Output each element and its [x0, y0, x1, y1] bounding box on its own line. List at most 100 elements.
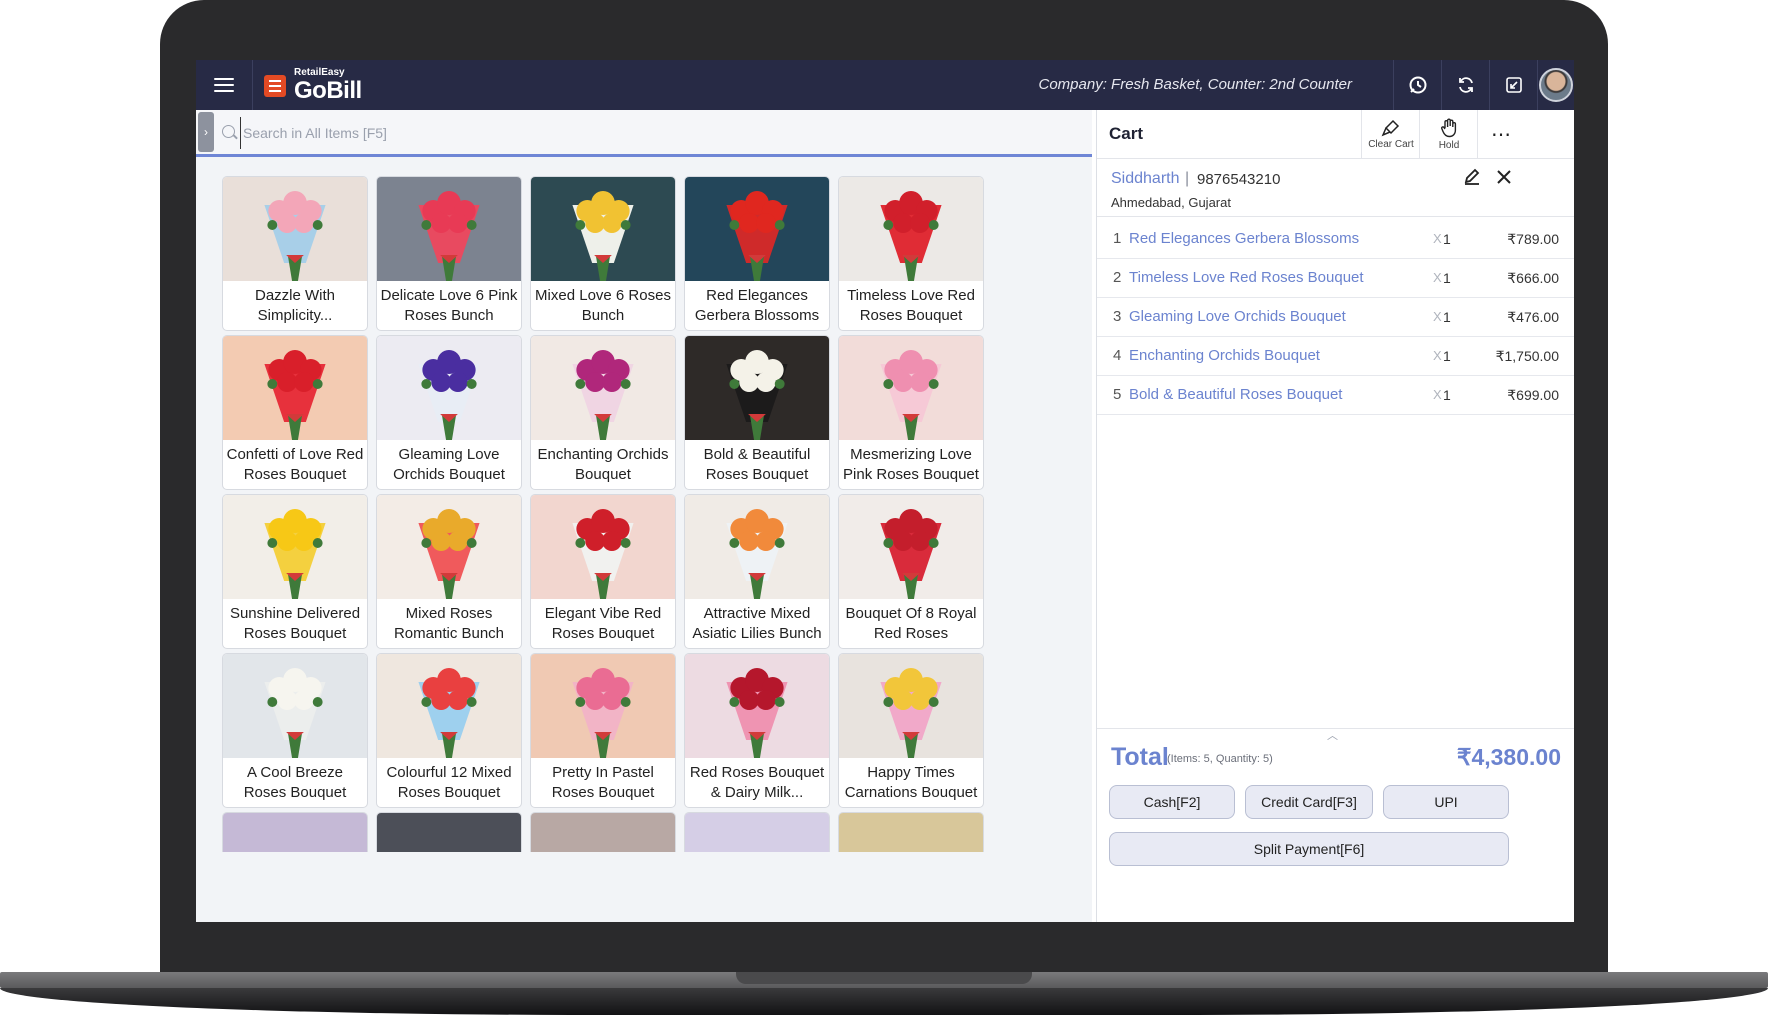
hold-button[interactable]: Hold	[1419, 110, 1478, 158]
product-card[interactable]: A Cool Breeze Roses Bouquet	[222, 653, 368, 808]
laptop-notch	[736, 972, 1032, 984]
product-card[interactable]: Pretty In Pastel Roses Bouquet	[530, 653, 676, 808]
product-image	[377, 336, 521, 440]
product-name: Bouquet Of 8 Royal Red Roses	[845, 604, 977, 642]
brand-title: GoBill	[294, 77, 362, 104]
cart-item-times: X	[1433, 270, 1442, 285]
product-card[interactable]: Delicate Love 6 Pink Roses Bunch	[376, 176, 522, 331]
cart-item-index: 1	[1113, 230, 1122, 247]
product-card[interactable]: Colourful 12 Mixed Roses Bouquet	[376, 653, 522, 808]
product-card[interactable]: Mixed Love 6 Roses Bunch	[530, 176, 676, 331]
product-image	[839, 654, 983, 758]
product-name: Gleaming Love Orchids Bouquet	[393, 445, 505, 483]
cart-panel: Cart Clear Cart Hold ⋯ Siddharth | 98765…	[1096, 110, 1574, 922]
product-image	[531, 177, 675, 281]
product-image	[839, 495, 983, 599]
search-input[interactable]	[240, 117, 1065, 149]
product-image	[223, 336, 367, 440]
product-name: Mixed Love 6 Roses Bunch	[535, 286, 671, 324]
cart-item-name[interactable]: Red Elegances Gerbera Blossoms	[1129, 220, 1359, 258]
product-image	[223, 654, 367, 758]
product-card[interactable]	[376, 812, 522, 852]
total-items-quantity: (Items: 5, Quantity: 5)	[1167, 753, 1273, 765]
cart-item-index: 2	[1113, 269, 1122, 286]
cart-title: Cart	[1109, 124, 1144, 143]
product-name: Elegant Vibe Red Roses Bouquet	[544, 604, 662, 642]
sync-icon	[1459, 77, 1473, 93]
product-card[interactable]	[530, 812, 676, 852]
customer-name[interactable]: Siddharth	[1111, 170, 1180, 188]
clear-cart-button[interactable]: Clear Cart	[1361, 110, 1420, 158]
product-image	[839, 813, 983, 852]
search-icon	[222, 125, 235, 138]
cart-item-name[interactable]: Timeless Love Red Roses Bouquet	[1129, 259, 1364, 297]
product-name: Sunshine Delivered Roses Bouquet	[229, 604, 361, 642]
product-image	[839, 336, 983, 440]
product-card[interactable]: Enchanting Orchids Bouquet	[530, 335, 676, 490]
cart-item-row[interactable]: 3 Gleaming Love Orchids Bouquet X 1 ₹476.00	[1097, 298, 1574, 337]
cart-header: Cart Clear Cart Hold ⋯	[1097, 110, 1574, 159]
cart-item-row[interactable]: 4 Enchanting Orchids Bouquet X 1 ₹1,750.00	[1097, 337, 1574, 376]
product-card[interactable]: Timeless Love Red Roses Bouquet	[838, 176, 984, 331]
product-card[interactable]: Mesmerizing Love Pink Roses Bouquet	[838, 335, 984, 490]
split-payment-button[interactable]: Split Payment[F6]	[1109, 832, 1509, 866]
product-card[interactable]: Elegant Vibe Red Roses Bouquet	[530, 494, 676, 649]
cart-item-name[interactable]: Gleaming Love Orchids Bouquet	[1129, 298, 1346, 336]
credit-card-button[interactable]: Credit Card[F3]	[1245, 785, 1373, 819]
cart-item-index: 3	[1113, 308, 1122, 325]
cart-item-price: ₹666.00	[1507, 270, 1559, 286]
product-card[interactable]: Confetti of Love Red Roses Bouquet	[222, 335, 368, 490]
cart-item-quantity[interactable]: 1	[1443, 376, 1451, 414]
cart-item-quantity[interactable]: 1	[1443, 259, 1451, 297]
clear-cart-label: Clear Cart	[1368, 138, 1414, 150]
cart-item-name[interactable]: Enchanting Orchids Bouquet	[1129, 337, 1320, 375]
profile-button[interactable]	[1537, 60, 1574, 110]
product-card[interactable]: Bold & Beautiful Roses Bouquet	[684, 335, 830, 490]
exit-fullscreen-button[interactable]	[1489, 60, 1538, 110]
product-card[interactable]: Happy Times Carnations Bouquet	[838, 653, 984, 808]
app-screen: RetailEasy GoBill Company: Fresh Basket,…	[196, 60, 1574, 922]
hand-icon	[1441, 118, 1457, 137]
cart-item-quantity[interactable]: 1	[1443, 220, 1451, 258]
menu-icon	[214, 78, 234, 92]
product-card[interactable]: Attractive Mixed Asiatic Lilies Bunch	[684, 494, 830, 649]
product-name: Delicate Love 6 Pink Roses Bunch	[380, 286, 518, 324]
product-image	[223, 177, 367, 281]
product-card[interactable]: Gleaming Love Orchids Bouquet	[376, 335, 522, 490]
close-icon[interactable]	[1493, 166, 1515, 188]
cart-item-price: ₹476.00	[1507, 309, 1559, 325]
product-card[interactable]	[222, 812, 368, 852]
cart-items: 1 Red Elegances Gerbera Blossoms X 1 ₹789.00…	[1097, 220, 1574, 415]
cart-item-row[interactable]: 2 Timeless Love Red Roses Bouquet X 1 ₹666.0…	[1097, 259, 1574, 298]
menu-button[interactable]	[196, 60, 253, 110]
product-name: Dazzle With Simplicity...	[254, 286, 336, 324]
product-card[interactable]: Bouquet Of 8 Royal Red Roses	[838, 494, 984, 649]
cart-item-quantity[interactable]: 1	[1443, 298, 1451, 336]
edit-icon[interactable]	[1461, 166, 1483, 188]
product-name: Red Elegances Gerbera Blossoms	[694, 286, 820, 324]
support-button[interactable]	[1393, 60, 1442, 110]
more-options-icon[interactable]: ⋯	[1477, 110, 1524, 158]
product-card[interactable]: Red Roses Bouquet & Dairy Milk...	[684, 653, 830, 808]
cart-item-row[interactable]: 1 Red Elegances Gerbera Blossoms X 1 ₹789.00	[1097, 220, 1574, 259]
product-card[interactable]: Red Elegances Gerbera Blossoms	[684, 176, 830, 331]
cart-item-quantity[interactable]: 1	[1443, 337, 1451, 375]
sync-button[interactable]	[1441, 60, 1490, 110]
product-image	[839, 177, 983, 281]
product-image	[377, 177, 521, 281]
upi-button[interactable]: UPI	[1383, 785, 1509, 819]
product-card[interactable]	[838, 812, 984, 852]
cash-button[interactable]: Cash[F2]	[1109, 785, 1235, 819]
product-card[interactable]: Sunshine Delivered Roses Bouquet	[222, 494, 368, 649]
cart-item-times: X	[1433, 309, 1442, 324]
cart-item-row[interactable]: 5 Bold & Beautiful Roses Bouquet X 1 ₹699.00	[1097, 376, 1574, 415]
product-card[interactable]: Dazzle With Simplicity...	[222, 176, 368, 331]
chevron-up-icon[interactable]: ︿	[1327, 727, 1338, 743]
product-image	[377, 495, 521, 599]
product-name: Enchanting Orchids Bouquet	[537, 445, 669, 483]
product-card[interactable]: Mixed Roses Romantic Bunch	[376, 494, 522, 649]
cart-item-name[interactable]: Bold & Beautiful Roses Bouquet	[1129, 376, 1342, 414]
product-card[interactable]	[684, 812, 830, 852]
panel-toggle-button[interactable]: ›	[198, 112, 214, 152]
product-image	[531, 495, 675, 599]
